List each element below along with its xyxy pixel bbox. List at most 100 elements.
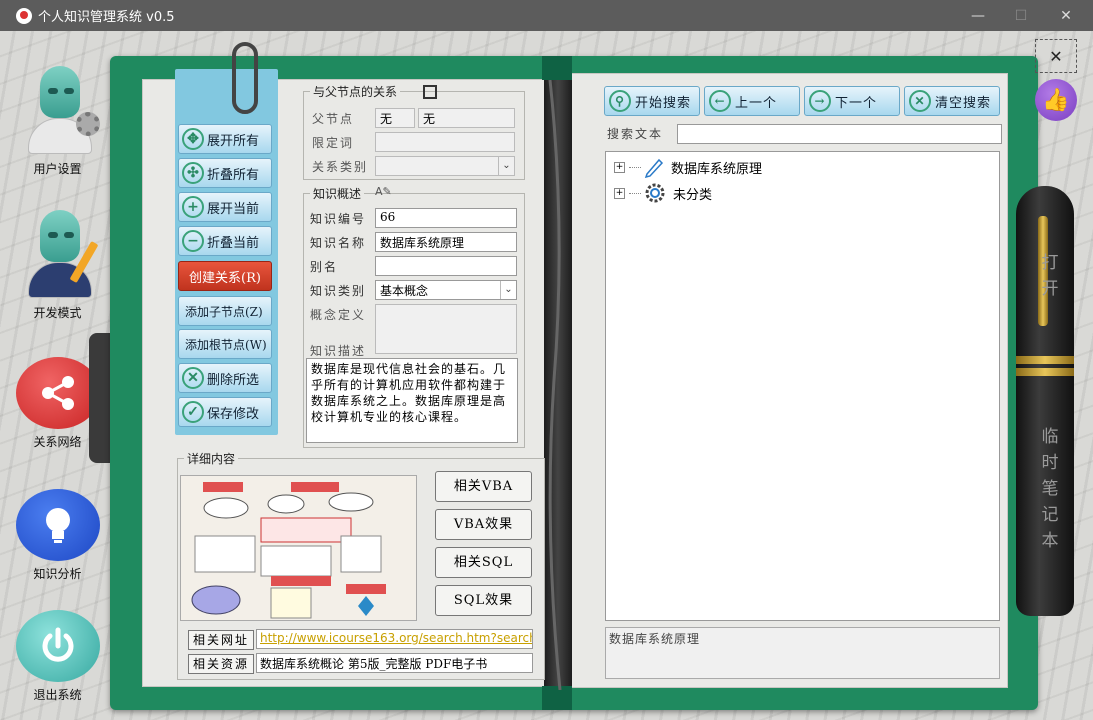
collapse-icon: ✣ bbox=[182, 162, 204, 184]
plus-circle-icon: + bbox=[182, 196, 204, 218]
title-bar: 个人知识管理系统 v0.5 — ☐ ✕ bbox=[0, 0, 1093, 31]
button-label: 保存修改 bbox=[207, 406, 260, 422]
x-circle-icon: ✕ bbox=[182, 367, 204, 389]
alias-label: 别名 bbox=[310, 260, 339, 274]
sidebar-item-label: 用户设置 bbox=[33, 162, 82, 176]
power-icon bbox=[15, 610, 100, 682]
button-label: 展开所有 bbox=[207, 133, 260, 149]
clear-search-button[interactable]: ✕ 清空搜索 bbox=[904, 86, 1000, 116]
sidebar-item-dev-mode[interactable]: 开发模式 bbox=[10, 210, 105, 321]
knowledge-tree[interactable]: + 数据库系统原理 + 未分类 bbox=[605, 151, 1000, 621]
category-label: 知识类别 bbox=[310, 284, 367, 298]
sql-effect-button[interactable]: SQL效果 bbox=[435, 585, 532, 616]
button-label: 展开当前 bbox=[207, 201, 260, 217]
create-relation-button[interactable]: 创建关系(R) bbox=[178, 261, 272, 291]
sidebar-item-knowledge-analysis[interactable]: 知识分析 bbox=[10, 489, 105, 582]
button-label: 开始搜索 bbox=[635, 95, 692, 111]
x-circle-icon: ✕ bbox=[909, 90, 931, 112]
overview-title: 知识概述 bbox=[310, 185, 365, 202]
name-label: 知识名称 bbox=[310, 236, 367, 250]
parent-label: 父节点 bbox=[312, 112, 355, 126]
expand-toggle-icon[interactable]: + bbox=[614, 161, 625, 173]
lightbulb-icon bbox=[15, 489, 100, 561]
tree-node[interactable]: + 未分类 bbox=[614, 181, 712, 205]
arrow-right-icon: → bbox=[809, 90, 831, 112]
add-root-node-button[interactable]: 添加根节点(W) bbox=[178, 329, 272, 359]
spine-cap-top bbox=[542, 56, 572, 80]
expand-toggle-icon[interactable]: + bbox=[614, 187, 625, 199]
check-circle-icon: ✓ bbox=[182, 401, 204, 423]
id-label: 知识编号 bbox=[310, 212, 367, 226]
developer-icon bbox=[18, 210, 98, 300]
window-title: 个人知识管理系统 v0.5 bbox=[38, 10, 175, 25]
start-search-button[interactable]: ⚲ 开始搜索 bbox=[604, 86, 700, 116]
pencil-icon bbox=[644, 158, 664, 178]
expand-current-button[interactable]: + 展开当前 bbox=[178, 192, 272, 222]
tree-node[interactable]: + 数据库系统原理 bbox=[614, 156, 762, 178]
relation-type-label: 关系类别 bbox=[312, 160, 369, 174]
maximize-button[interactable]: ☐ bbox=[998, 0, 1044, 31]
related-resource-field[interactable]: 数据库系统概论 第5版_完整版 PDF电子书 bbox=[256, 653, 533, 673]
alias-field[interactable] bbox=[375, 256, 517, 276]
button-label: 清空搜索 bbox=[935, 95, 992, 111]
related-url-field[interactable]: http://www.icourse163.org/search.htm?sea… bbox=[256, 629, 533, 649]
parent-field-2[interactable]: 无 bbox=[418, 108, 515, 128]
close-window-button[interactable]: ✕ bbox=[1043, 0, 1089, 31]
close-panel-button[interactable]: ✕ bbox=[1035, 39, 1077, 73]
minus-circle-icon: − bbox=[182, 230, 204, 252]
minimize-button[interactable]: — bbox=[955, 0, 1001, 31]
description-label: 知识描述 bbox=[310, 344, 367, 358]
expand-icon: ✥ bbox=[182, 128, 204, 150]
collapse-current-button[interactable]: − 折叠当前 bbox=[178, 226, 272, 256]
app-icon bbox=[16, 7, 32, 24]
search-input[interactable] bbox=[677, 124, 1002, 144]
chevron-down-icon[interactable]: ⌄ bbox=[498, 157, 514, 175]
save-changes-button[interactable]: ✓ 保存修改 bbox=[178, 397, 272, 427]
button-label: 下一个 bbox=[835, 95, 878, 111]
button-label: 折叠当前 bbox=[207, 235, 260, 251]
name-field[interactable]: 数据库系统原理 bbox=[375, 232, 517, 252]
open-label[interactable]: 打开 bbox=[1040, 250, 1060, 302]
sidebar-item-label: 退出系统 bbox=[33, 688, 82, 702]
detail-diagram-image[interactable] bbox=[180, 475, 417, 621]
thumbs-up-icon[interactable]: 👍 bbox=[1035, 79, 1077, 121]
sidebar-tab bbox=[89, 333, 111, 463]
expand-all-button[interactable]: ✥ 展开所有 bbox=[178, 124, 272, 154]
details-title: 详细内容 bbox=[184, 450, 239, 467]
parent-field-1[interactable]: 无 bbox=[375, 108, 415, 128]
id-field[interactable]: 66 bbox=[375, 208, 517, 228]
relation-type-select[interactable]: ⌄ bbox=[375, 156, 515, 176]
category-select[interactable]: 基本概念 ⌄ bbox=[375, 280, 517, 300]
prev-result-button[interactable]: ← 上一个 bbox=[704, 86, 800, 116]
share-icon bbox=[15, 357, 100, 429]
user-settings-icon bbox=[18, 66, 100, 156]
edit-icon[interactable]: A✎ bbox=[375, 185, 392, 198]
gear-icon bbox=[645, 183, 665, 203]
button-label: 折叠所有 bbox=[207, 167, 260, 183]
sidebar-item-exit[interactable]: 退出系统 bbox=[10, 610, 105, 703]
sidebar-item-label: 知识分析 bbox=[33, 567, 82, 581]
chevron-down-icon[interactable]: ⌄ bbox=[500, 281, 516, 299]
qualifier-field[interactable] bbox=[375, 132, 515, 152]
vba-effect-button[interactable]: VBA效果 bbox=[435, 509, 532, 540]
related-url-button[interactable]: 相关网址 bbox=[188, 630, 254, 650]
button-label: 删除所选 bbox=[207, 372, 260, 388]
definition-field[interactable] bbox=[375, 304, 517, 354]
collapse-all-button[interactable]: ✣ 折叠所有 bbox=[178, 158, 272, 188]
save-disk-icon[interactable] bbox=[423, 85, 437, 99]
add-child-node-button[interactable]: 添加子节点(Z) bbox=[178, 296, 272, 326]
tree-node-label: 未分类 bbox=[673, 187, 713, 203]
notebook-rings bbox=[548, 80, 562, 690]
related-resource-button[interactable]: 相关资源 bbox=[188, 654, 254, 674]
temp-notebook-label[interactable]: 临时笔记本 bbox=[1040, 424, 1060, 554]
definition-label: 概念定义 bbox=[310, 308, 367, 322]
delete-selected-button[interactable]: ✕ 删除所选 bbox=[178, 363, 272, 393]
category-value: 基本概念 bbox=[380, 284, 429, 298]
sidebar-item-user-settings[interactable]: 用户设置 bbox=[10, 66, 105, 177]
description-textarea[interactable]: 数据库是现代信息社会的基石。几乎所有的计算机应用软件都构建于数据库系统之上。数据… bbox=[306, 358, 518, 443]
sidebar-item-label: 开发模式 bbox=[33, 306, 82, 320]
next-result-button[interactable]: → 下一个 bbox=[804, 86, 900, 116]
related-sql-button[interactable]: 相关SQL bbox=[435, 547, 532, 578]
related-vba-button[interactable]: 相关VBA bbox=[435, 471, 532, 502]
qualifier-label: 限定词 bbox=[312, 136, 355, 150]
